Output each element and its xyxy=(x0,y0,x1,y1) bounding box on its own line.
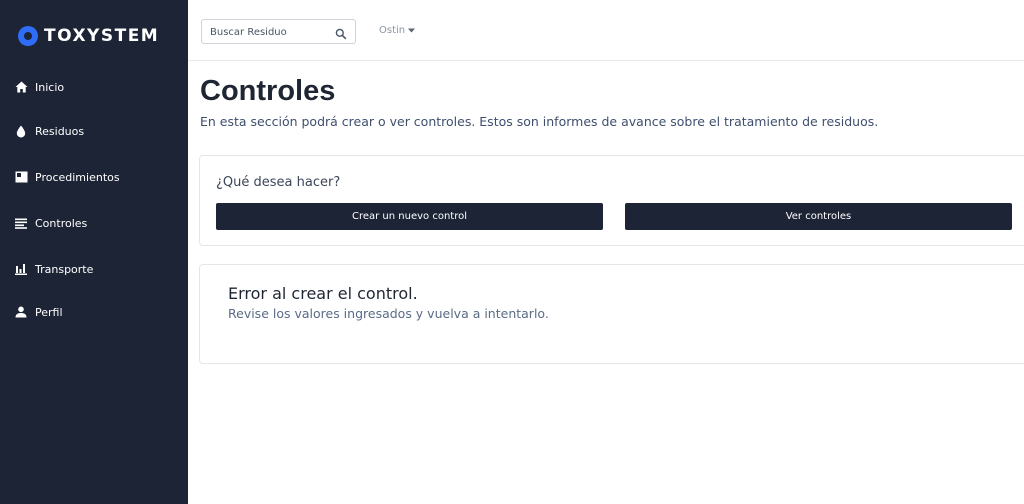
page-description: En esta sección podrá crear o ver contro… xyxy=(200,114,879,129)
topbar: Ostin xyxy=(188,0,1024,61)
logo-icon xyxy=(18,26,38,46)
sidebar: TOXYSTEM Inicio Residuos Procedimientos … xyxy=(0,0,188,504)
panel-icon xyxy=(14,170,28,184)
sidebar-item-label: Perfil xyxy=(35,305,63,319)
search-input[interactable] xyxy=(210,24,330,40)
sidebar-item-label: Transporte xyxy=(35,262,94,276)
brand-name: TOXYSTEM xyxy=(44,26,160,46)
actions-card: ¿Qué desea hacer? Crear un nuevo control… xyxy=(199,155,1024,246)
search-icon[interactable] xyxy=(335,25,347,40)
view-controls-button[interactable]: Ver controles xyxy=(625,203,1012,230)
error-message: Revise los valores ingresados y vuelva a… xyxy=(228,306,549,321)
bar-chart-icon xyxy=(14,262,28,276)
create-control-button[interactable]: Crear un nuevo control xyxy=(216,203,603,230)
actions-question: ¿Qué desea hacer? xyxy=(216,175,341,190)
sidebar-item-residuos[interactable]: Residuos xyxy=(14,120,84,142)
list-icon xyxy=(14,216,28,230)
sidebar-item-label: Controles xyxy=(35,216,88,230)
search-box[interactable] xyxy=(201,19,356,44)
page-title: Controles xyxy=(200,75,336,107)
sidebar-item-label: Residuos xyxy=(35,124,85,138)
sidebar-item-label: Procedimientos xyxy=(35,170,120,184)
sidebar-item-perfil[interactable]: Perfil xyxy=(14,301,63,323)
sidebar-item-controles[interactable]: Controles xyxy=(14,212,87,234)
sidebar-item-label: Inicio xyxy=(35,80,65,94)
sidebar-item-procedimientos[interactable]: Procedimientos xyxy=(14,166,120,188)
user-menu[interactable]: Ostin xyxy=(379,25,416,36)
error-title: Error al crear el control. xyxy=(228,284,418,303)
sidebar-item-inicio[interactable]: Inicio xyxy=(14,76,64,98)
sidebar-item-transporte[interactable]: Transporte xyxy=(14,258,93,280)
brand-logo[interactable]: TOXYSTEM xyxy=(18,22,159,50)
user-icon xyxy=(14,305,28,319)
caret-down-icon xyxy=(408,25,416,36)
error-card: Error al crear el control. Revise los va… xyxy=(199,264,1024,364)
home-icon xyxy=(14,80,28,94)
drop-icon xyxy=(14,124,28,138)
user-name: Ostin xyxy=(379,25,406,36)
